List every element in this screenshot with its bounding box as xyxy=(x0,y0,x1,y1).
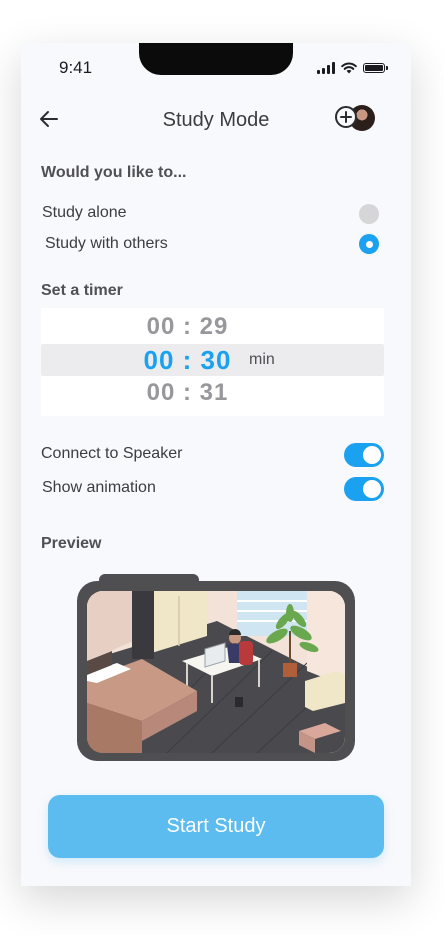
wifi-icon xyxy=(341,62,357,74)
option-label-study-alone[interactable]: Study alone xyxy=(42,204,127,222)
timer-unit: min xyxy=(249,351,275,368)
battery-icon xyxy=(363,63,388,73)
status-time: 9:41 xyxy=(59,58,93,77)
timer-option-next[interactable]: 00 : 31 xyxy=(41,377,384,409)
setting-label-speaker: Connect to Speaker xyxy=(41,445,183,462)
timer-option-selected[interactable]: 00 : 30 min xyxy=(41,344,384,376)
study-room-illustration xyxy=(87,591,345,753)
option-label-study-with-others[interactable]: Study with others xyxy=(45,235,168,253)
timer-heading: Set a timer xyxy=(41,282,123,299)
setting-label-animation: Show animation xyxy=(42,479,156,496)
preview-heading: Preview xyxy=(41,535,102,552)
study-choice-heading: Would you like to... xyxy=(41,164,187,181)
timer-value: 00 : 29 xyxy=(146,313,229,340)
add-study-partner-button[interactable] xyxy=(335,105,381,133)
camera-notch xyxy=(139,43,293,75)
timer-value: 00 : 31 xyxy=(146,379,229,406)
radio-study-alone[interactable] xyxy=(359,204,379,224)
cellular-signal-icon xyxy=(317,62,335,74)
timer-option-prev[interactable]: 00 : 29 xyxy=(41,311,384,343)
phone-screen: 9:41 Study Mode Would you like to... Stu… xyxy=(21,43,411,886)
animation-toggle[interactable] xyxy=(344,477,384,501)
preview-frame xyxy=(77,581,355,761)
radio-study-with-others[interactable] xyxy=(359,234,379,254)
start-study-button[interactable]: Start Study xyxy=(48,795,384,858)
speaker-toggle[interactable] xyxy=(344,443,384,467)
timer-picker[interactable]: 00 : 29 00 : 30 min 00 : 31 xyxy=(41,308,384,416)
status-icons xyxy=(317,61,388,75)
plus-circle-icon xyxy=(335,106,357,128)
timer-value: 00 : 30 xyxy=(143,344,232,375)
